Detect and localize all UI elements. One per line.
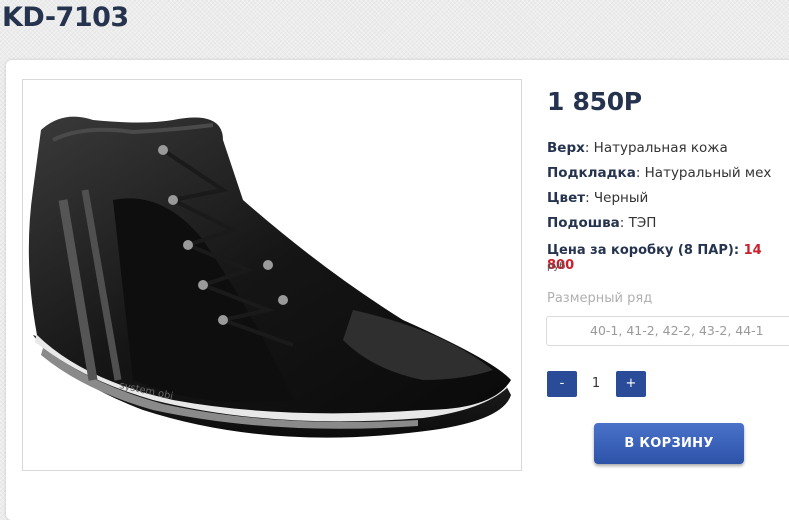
- spec-label: Цвет: [547, 190, 586, 206]
- page-title: KD-7103: [2, 2, 129, 33]
- product-photo[interactable]: system obi: [22, 79, 522, 471]
- spec-value: Натуральный мех: [644, 165, 772, 181]
- add-to-cart-button[interactable]: В КОРЗИНУ: [594, 423, 744, 464]
- spec-value: Натуральная кожа: [593, 140, 728, 156]
- spec-value: Черный: [593, 190, 649, 206]
- box-price: Цена за коробку (8 ПАР): 14 800: [547, 243, 789, 273]
- size-range-select[interactable]: 40-1, 41-2, 42-2, 43-2, 44-1: [546, 316, 789, 346]
- quantity-decrease-button[interactable]: -: [547, 371, 577, 397]
- boot-image: system obi: [28, 116, 511, 438]
- size-range-label: Размерный ряд: [547, 291, 653, 306]
- spec-color: Цвет: Черный: [547, 190, 649, 206]
- spec-label: Верх: [547, 140, 585, 156]
- spec-sole: Подошва: ТЭП: [547, 215, 657, 231]
- spec-upper: Верх: Натуральная кожа: [547, 140, 728, 156]
- product-price: 1 850Р: [547, 87, 642, 116]
- spec-label: Подкладка: [547, 165, 636, 181]
- spec-lining: Подкладка: Натуральный мех: [547, 165, 772, 181]
- box-price-currency: руб: [547, 261, 566, 272]
- spec-label: Подошва: [547, 215, 620, 231]
- quantity-increase-button[interactable]: +: [616, 371, 646, 397]
- spec-value: ТЭП: [628, 215, 657, 231]
- quantity-input[interactable]: 1: [580, 376, 612, 391]
- box-price-label: Цена за коробку (8 ПАР):: [547, 243, 740, 258]
